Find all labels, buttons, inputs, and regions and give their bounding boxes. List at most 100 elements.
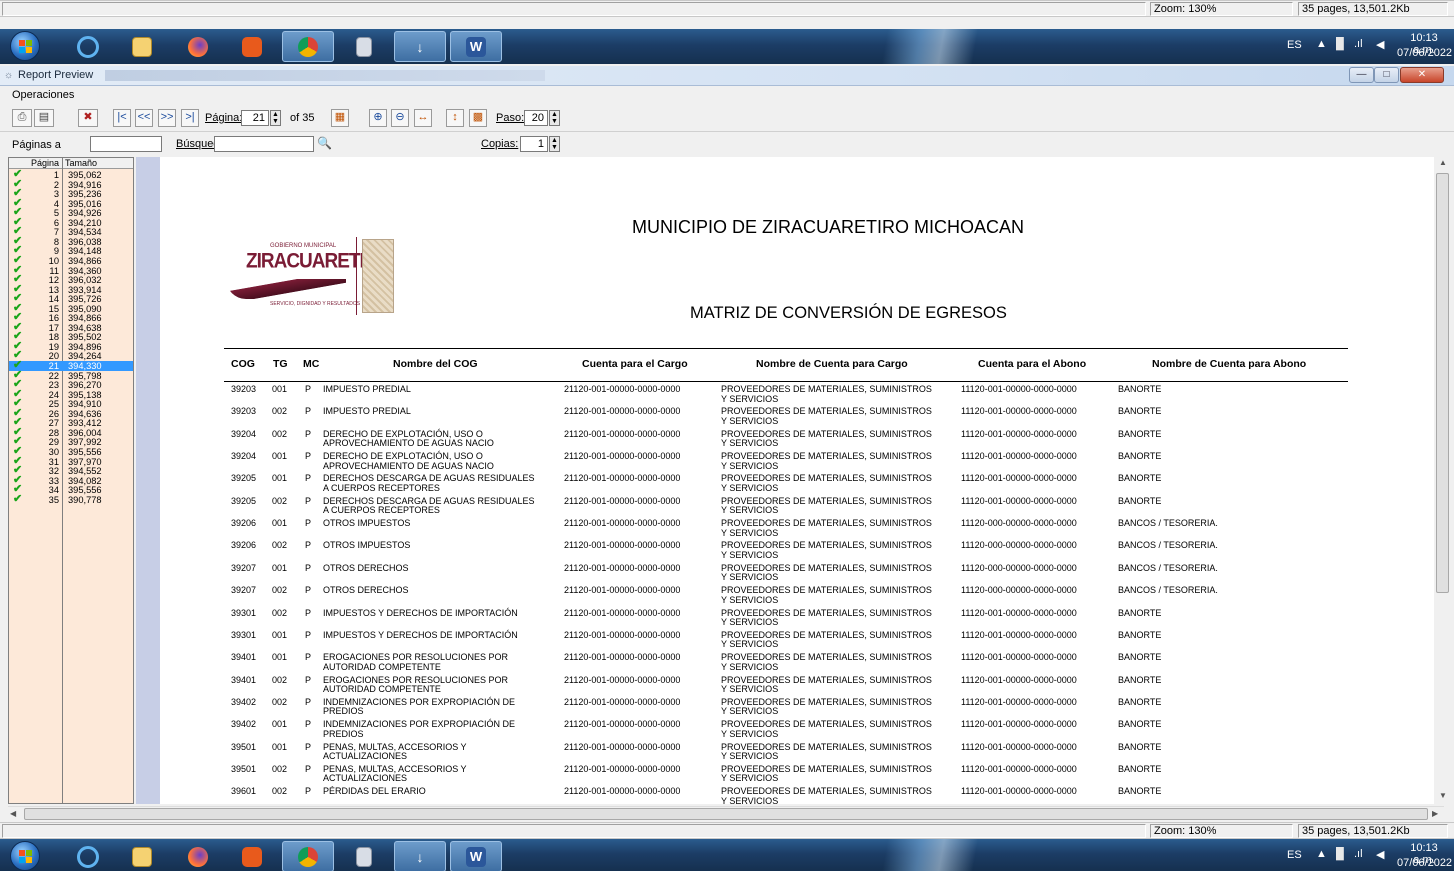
- calculator-button-bottom[interactable]: [338, 841, 390, 871]
- language-indicator-bottom[interactable]: ES: [1287, 849, 1302, 861]
- signal-icon[interactable]: .ıl: [1354, 848, 1363, 860]
- page-list-row[interactable]: ✔ 17 394,638: [9, 321, 133, 333]
- page-list-row[interactable]: ✔ 32 394,552: [9, 465, 133, 477]
- page-list-row[interactable]: ✔ 23 396,270: [9, 379, 133, 391]
- page-list-row[interactable]: ✔ 22 395,798: [9, 369, 133, 381]
- explorer-button[interactable]: [116, 31, 168, 62]
- copies-spinner[interactable]: ▲ ▼: [549, 136, 560, 152]
- media-button-bottom[interactable]: [226, 841, 278, 871]
- page-list-row[interactable]: ✔ 7 394,534: [9, 226, 133, 238]
- checkmark-icon[interactable]: ✔: [13, 493, 22, 504]
- fit-page-icon[interactable]: ▩: [469, 109, 487, 127]
- start-button-bottom[interactable]: [10, 841, 40, 871]
- page-list-row[interactable]: ✔ 12 396,032: [9, 274, 133, 286]
- page-list-row[interactable]: ✔ 6 394,210: [9, 216, 133, 228]
- page-list-row[interactable]: ✔ 4 395,016: [9, 197, 133, 209]
- scroll-left-icon[interactable]: ◀: [10, 809, 16, 818]
- menu-operaciones[interactable]: Operaciones: [12, 89, 74, 101]
- copies-input[interactable]: 1: [520, 136, 548, 152]
- page-number-input[interactable]: 21: [241, 110, 269, 126]
- chrome-button-bottom[interactable]: [282, 841, 334, 871]
- close-report-icon[interactable]: ✖: [78, 109, 98, 127]
- page-list-row[interactable]: ✔ 18 395,502: [9, 331, 133, 343]
- page-list-row[interactable]: ✔ 35 390,778: [9, 493, 133, 505]
- zoom-in-icon[interactable]: ⊕: [369, 109, 387, 127]
- pages-to-input[interactable]: [90, 136, 162, 152]
- signal-icon[interactable]: .ıl: [1354, 38, 1363, 50]
- page-spinner[interactable]: ▲ ▼: [270, 110, 281, 126]
- ie-button-bottom[interactable]: [62, 841, 114, 871]
- page-list-row[interactable]: ✔ 21 394,330: [9, 360, 133, 371]
- page-list-row[interactable]: ✔ 2 394,916: [9, 178, 133, 190]
- page-list-row[interactable]: ✔ 5 394,926: [9, 207, 133, 219]
- page-list-row[interactable]: ✔ 16 394,866: [9, 312, 133, 324]
- last-page-icon[interactable]: >|: [181, 109, 199, 127]
- page-list[interactable]: Página Tamaño ✔ 1 395,062 ✔ 2 394,916 ✔ 3 395,23…: [8, 157, 134, 804]
- page-list-row[interactable]: ✔ 9 394,148: [9, 245, 133, 257]
- page-list-row[interactable]: ✔ 20 394,264: [9, 350, 133, 362]
- firefox-button[interactable]: [172, 31, 224, 62]
- page-list-row[interactable]: ✔ 15 395,090: [9, 302, 133, 314]
- network-icon[interactable]: █: [1336, 38, 1344, 50]
- chrome-button[interactable]: [282, 31, 334, 62]
- step-spinner[interactable]: ▲ ▼: [549, 110, 560, 126]
- tray-expand-icon[interactable]: ▲: [1316, 848, 1327, 860]
- first-page-icon[interactable]: |<: [113, 109, 131, 127]
- search-input[interactable]: [214, 136, 314, 152]
- page-list-row[interactable]: ✔ 13 393,914: [9, 283, 133, 295]
- language-indicator[interactable]: ES: [1287, 39, 1302, 51]
- print-setup-icon[interactable]: ▤: [34, 109, 54, 127]
- goto-page-icon[interactable]: ▦: [331, 109, 349, 127]
- fit-height-icon[interactable]: ↕: [446, 109, 464, 127]
- word-button-bottom[interactable]: W: [450, 841, 502, 871]
- clock-date-bottom[interactable]: 07/06/2022: [1397, 857, 1452, 869]
- vertical-scroll-thumb[interactable]: [1436, 173, 1449, 593]
- media-button[interactable]: [226, 31, 278, 62]
- scroll-right-icon[interactable]: ▶: [1432, 809, 1438, 818]
- page-list-row[interactable]: ✔ 31 397,970: [9, 455, 133, 467]
- download-button-bottom[interactable]: ↓: [394, 841, 446, 871]
- page-list-row[interactable]: ✔ 11 394,360: [9, 264, 133, 276]
- tray-expand-icon[interactable]: ▲: [1316, 38, 1327, 50]
- horizontal-scrollbar[interactable]: ◀ ▶: [8, 806, 1444, 821]
- fit-width-icon[interactable]: ↔: [414, 109, 432, 127]
- scroll-up-icon[interactable]: ▲: [1439, 158, 1447, 167]
- page-list-row[interactable]: ✔ 8 396,038: [9, 235, 133, 247]
- download-button[interactable]: ↓: [394, 31, 446, 62]
- page-list-row[interactable]: ✔ 26 394,636: [9, 407, 133, 419]
- page-list-row[interactable]: ✔ 28 396,004: [9, 426, 133, 438]
- page-col-header[interactable]: Página: [31, 158, 59, 168]
- volume-icon[interactable]: ◀: [1376, 38, 1384, 51]
- page-list-row[interactable]: ✔ 14 395,726: [9, 293, 133, 305]
- calculator-button[interactable]: [338, 31, 390, 62]
- minimize-button[interactable]: —: [1349, 67, 1374, 83]
- page-list-row[interactable]: ✔ 29 397,992: [9, 436, 133, 448]
- explorer-button-bottom[interactable]: [116, 841, 168, 871]
- page-list-row[interactable]: ✔ 27 393,412: [9, 417, 133, 429]
- zoom-out-icon[interactable]: ⊖: [391, 109, 409, 127]
- print-icon[interactable]: ⎙: [12, 109, 32, 127]
- vertical-scrollbar[interactable]: ▲ ▼: [1434, 157, 1452, 804]
- word-button[interactable]: W: [450, 31, 502, 62]
- horizontal-scroll-thumb[interactable]: [24, 808, 1428, 820]
- maximize-button[interactable]: □: [1374, 67, 1399, 83]
- page-list-row[interactable]: ✔ 33 394,082: [9, 474, 133, 486]
- close-button[interactable]: ✕: [1400, 67, 1444, 83]
- search-icon[interactable]: 🔍: [317, 136, 332, 150]
- ie-button[interactable]: [62, 31, 114, 62]
- start-button[interactable]: [10, 31, 40, 61]
- step-input[interactable]: 20: [524, 110, 548, 126]
- prev-page-icon[interactable]: <<: [135, 109, 153, 127]
- page-list-row[interactable]: ✔ 10 394,866: [9, 254, 133, 266]
- page-list-row[interactable]: ✔ 34 395,556: [9, 484, 133, 496]
- firefox-button-bottom[interactable]: [172, 841, 224, 871]
- page-list-row[interactable]: ✔ 19 394,896: [9, 340, 133, 352]
- scroll-down-icon[interactable]: ▼: [1439, 791, 1447, 800]
- page-list-row[interactable]: ✔ 25 394,910: [9, 398, 133, 410]
- network-icon[interactable]: █: [1336, 848, 1344, 860]
- clock-date[interactable]: 07/06/2022: [1397, 47, 1452, 59]
- page-list-row[interactable]: ✔ 1 395,062: [9, 169, 133, 181]
- page-list-row[interactable]: ✔ 3 395,236: [9, 188, 133, 200]
- page-list-row[interactable]: ✔ 30 395,556: [9, 445, 133, 457]
- page-list-row[interactable]: ✔ 24 395,138: [9, 388, 133, 400]
